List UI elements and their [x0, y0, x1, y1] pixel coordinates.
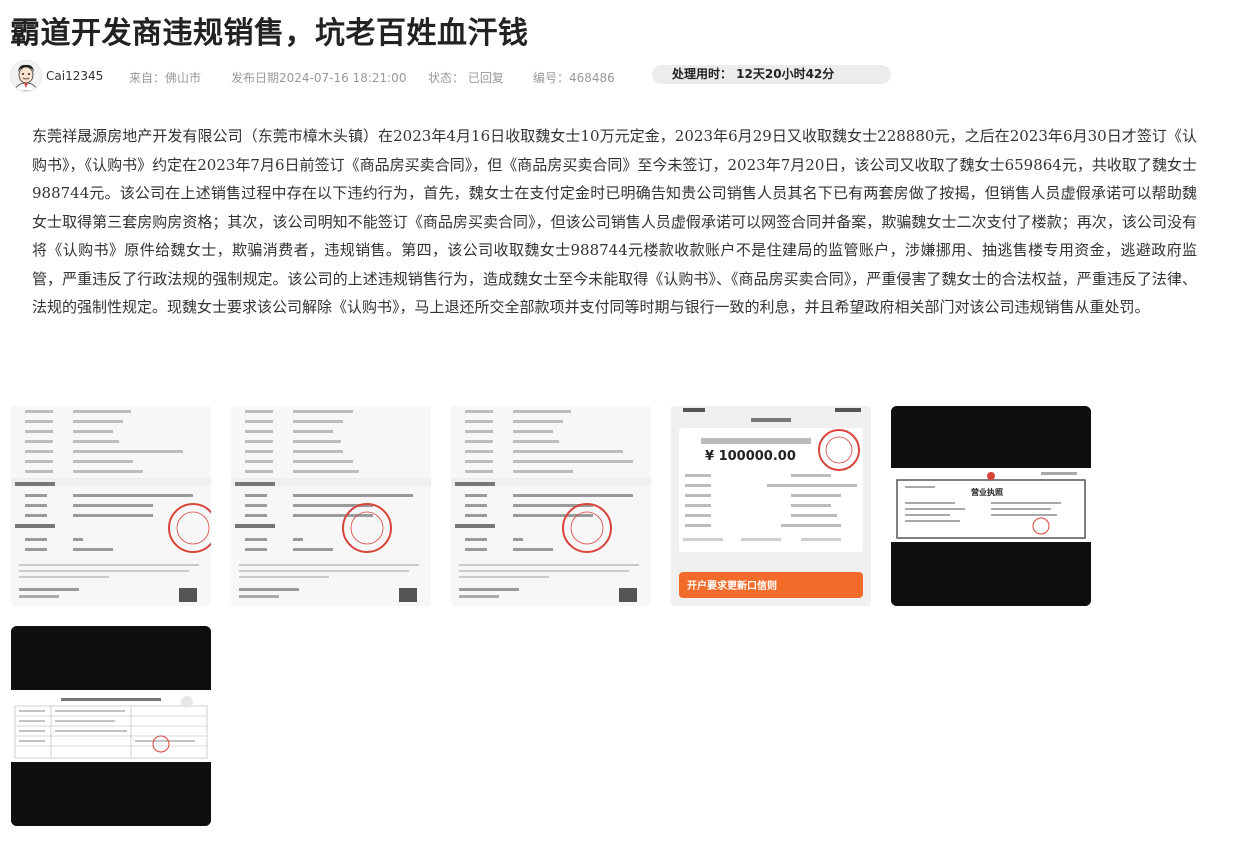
attachment-thumbnail-bank-receipt-2[interactable]	[231, 406, 431, 606]
sales-document-image	[11, 626, 211, 826]
bank-receipt-image	[451, 406, 651, 606]
payment-screenshot-image: ¥ 100000.00 开户要求更新口信则	[671, 406, 871, 606]
article-meta: Cai12345 来自：佛山市 发布日期2024-07-16 18:21:00 …	[10, 60, 910, 92]
publish-date: 发布日期2024-07-16 18:21:00	[231, 71, 407, 85]
article-body: 东莞祥晟源房地产开发有限公司（东莞市樟木头镇）在2023年4月16日收取魏女士1…	[32, 127, 1197, 316]
attachment-thumbnail-bank-receipt-3[interactable]	[451, 406, 651, 606]
attachment-thumbnail-payment-screenshot[interactable]: ¥ 100000.00 开户要求更新口信则	[671, 406, 871, 606]
processing-time-badge: 处理用时： 12天20小时42分	[652, 65, 891, 84]
bank-receipt-image	[11, 406, 211, 606]
bank-receipt-image	[231, 406, 431, 606]
receipt-amount-text: ¥ 100000.00	[705, 449, 796, 464]
case-number: 编号：468486	[533, 71, 615, 85]
status-text: 状态： 已回复	[428, 71, 504, 85]
processing-time-label: 处理用时： 12天20小时42分	[672, 67, 835, 81]
avatar[interactable]	[10, 60, 42, 92]
banner-text: 开户要求更新口信则	[687, 579, 777, 592]
source-location: 来自：佛山市	[129, 71, 202, 85]
business-license-image: 营业执照	[891, 406, 1091, 606]
attachment-thumbnail-bank-receipt-1[interactable]	[11, 406, 211, 606]
page-title: 霸道开发商违规销售，坑老百姓血汗钱	[10, 16, 529, 51]
attachment-thumbnail-business-license[interactable]: 营业执照	[891, 406, 1091, 606]
attachment-thumbnail-sales-document[interactable]	[11, 626, 211, 826]
author-name[interactable]: Cai12345	[46, 69, 103, 83]
user-avatar-icon	[11, 61, 41, 91]
license-title-text: 营业执照	[971, 487, 1003, 497]
